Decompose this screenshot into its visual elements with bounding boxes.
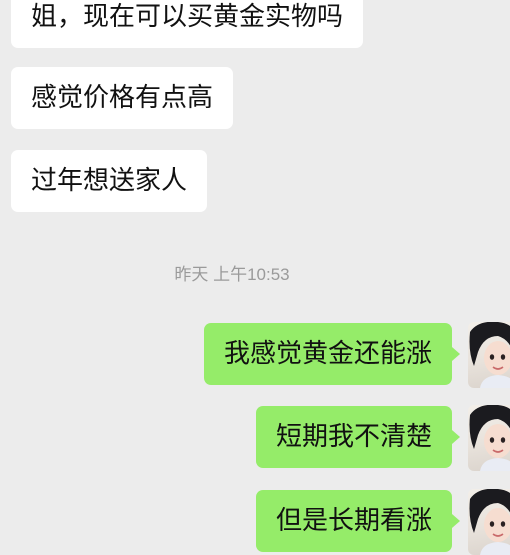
message-text: 短期我不清楚 [275, 422, 432, 452]
outgoing-message-bubble[interactable]: 我感觉黄金还能涨 [203, 323, 461, 385]
message-text: 过年想送家人 [31, 166, 188, 196]
message-timestamp: 昨天 上午10:53 [174, 265, 290, 284]
user-avatar[interactable] [468, 322, 510, 388]
user-avatar[interactable] [468, 405, 510, 471]
outgoing-message-bubble[interactable]: 但是长期看涨 [255, 490, 461, 552]
avatar-photo-icon [469, 489, 510, 555]
user-avatar[interactable] [468, 489, 510, 555]
incoming-message-bubble[interactable]: 感觉价格有点高 [11, 67, 234, 129]
message-text: 姐，现在可以买黄金实物吗 [31, 2, 344, 32]
avatar-photo-icon [469, 405, 510, 471]
outgoing-message-bubble[interactable]: 短期我不清楚 [255, 406, 461, 468]
incoming-message-bubble[interactable]: 姐，现在可以买黄金实物吗 [11, 0, 364, 48]
message-text: 感觉价格有点高 [31, 83, 214, 113]
message-text: 我感觉黄金还能涨 [223, 339, 432, 369]
incoming-message-bubble[interactable]: 过年想送家人 [11, 150, 208, 212]
message-text: 但是长期看涨 [275, 506, 432, 536]
avatar-photo-icon [469, 322, 510, 388]
